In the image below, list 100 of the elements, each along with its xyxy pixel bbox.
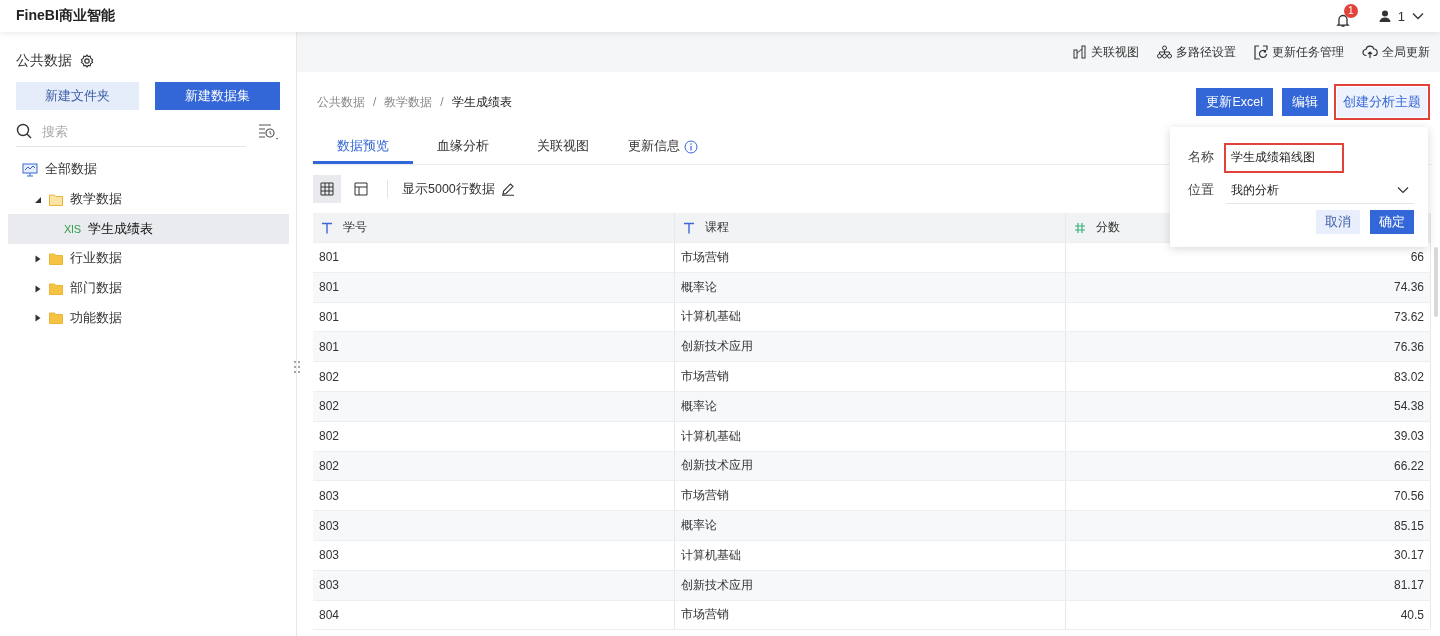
folder-icon [49,312,63,325]
sidebar-button[interactable]: 新建文件夹 [16,82,139,110]
breadcrumb-separator: / [440,95,444,109]
table-cell: 市场营销 [675,600,1066,630]
breadcrumb-item[interactable]: 公共数据 [317,93,365,111]
user-icon [1378,10,1391,22]
action-button[interactable]: 创建分析主题 [1337,87,1427,117]
folder-icon [49,252,63,265]
tab[interactable]: 关联视图 [513,132,613,164]
tree-item[interactable]: 行业数据 [8,244,288,274]
table-cell: 81.17 [1066,570,1431,600]
location-select[interactable]: 我的分析 [1226,177,1414,204]
chevron-down-icon [1412,12,1424,20]
column-header[interactable]: 学号 [313,213,675,242]
search-field[interactable]: 搜索 [40,122,246,140]
toolbar-button[interactable]: 多路径设置 [1157,43,1236,61]
table-cell: 66.22 [1066,451,1431,481]
hierarchy-icon [1157,45,1172,59]
monitor-icon [22,162,38,177]
table-cell: 计算机基础 [675,540,1066,570]
tree-item[interactable]: 教学数据 [8,184,288,215]
table-cell: 30.17 [1066,540,1431,570]
notification-badge: 1 [1343,4,1358,18]
table-cell: 市场营销 [675,481,1066,511]
table-cell: 70.56 [1066,481,1431,511]
cloud-upload-icon [1362,45,1378,59]
info-icon [684,139,698,154]
table-cell: 概率论 [675,511,1066,540]
table-cell: 802 [313,451,675,481]
table-cell: 54.38 [1066,392,1431,421]
table-cell: 市场营销 [675,243,1066,272]
app-title: FineBI商业智能 [16,7,115,25]
file-type-label: XlS [64,223,82,236]
breadcrumb-item: 学生成绩表 [451,93,512,111]
breadcrumb-separator: / [373,95,377,109]
table-cell: 803 [313,481,675,511]
table-cell: 39.03 [1066,421,1431,451]
table-cell: 803 [313,570,675,600]
task-refresh-icon [1254,44,1268,60]
toolbar-button[interactable]: 关联视图 [1073,43,1139,61]
table-cell: 76.36 [1066,332,1431,362]
table-cell: 计算机基础 [675,421,1066,451]
action-button[interactable]: 编辑 [1282,88,1328,116]
table-cell: 市场营销 [675,362,1066,391]
grid-icon [320,182,334,196]
text-type-icon [683,221,695,234]
table-cell: 801 [313,302,675,332]
layout-icon [354,182,368,196]
table-cell: 概率论 [675,272,1066,302]
resize-handle[interactable] [293,360,301,374]
table-cell: 801 [313,243,675,272]
table-cell: 计算机基础 [675,302,1066,332]
notification-button[interactable]: 1 [1335,4,1359,28]
table-cell: 概率论 [675,392,1066,421]
table-cell: 85.15 [1066,511,1431,540]
settings-icon[interactable] [80,54,94,68]
cancel-button[interactable]: 取消 [1316,210,1360,234]
caret-right-icon[interactable] [34,314,42,323]
caret-right-icon[interactable] [34,284,42,293]
tab[interactable]: 数据预览 [313,132,413,164]
edit-icon[interactable] [500,182,515,196]
name-input-field[interactable]: 学生成绩箱线图 [1226,144,1342,171]
tree-item[interactable]: XlS 学生成绩表 [8,214,289,245]
row-limit-label: 显示5000行数据 [402,180,495,198]
breadcrumb-item[interactable]: 教学数据 [384,93,433,111]
relation-icon [1073,45,1087,59]
table-cell: 801 [313,272,675,302]
tab[interactable]: 更新信息 [613,132,713,164]
chevron-down-icon [1397,186,1409,194]
table-cell: 创新技术应用 [675,451,1066,481]
column-header[interactable]: 课程 [675,213,1066,242]
table-cell: 73.62 [1066,302,1431,332]
table-view-button[interactable] [313,175,341,203]
caret-down-icon[interactable] [34,195,42,204]
bell-icon [1335,13,1350,28]
caret-right-icon[interactable] [34,254,42,263]
table-cell: 40.5 [1066,600,1431,630]
tab[interactable]: 血缘分析 [413,132,513,164]
tree-item[interactable]: 全部数据 [8,155,288,185]
table-cell: 创新技术应用 [675,332,1066,362]
table-cell: 803 [313,540,675,570]
filter-history-icon[interactable] [258,122,280,141]
table-cell: 802 [313,392,675,421]
number-type-icon [1074,221,1086,234]
action-button[interactable]: 更新Excel [1196,88,1273,116]
table-cell: 83.02 [1066,362,1431,391]
sidebar-button[interactable]: 新建数据集 [154,82,280,110]
folder-icon [49,282,63,295]
sidebar-title: 公共数据 [16,52,72,70]
user-menu[interactable]: 1 [1378,8,1424,24]
tree-item[interactable]: 部门数据 [8,273,288,304]
field-label: 名称 [1188,149,1214,166]
table-cell: 803 [313,511,675,540]
confirm-button[interactable]: 确定 [1370,210,1414,234]
table-cell: 802 [313,421,675,451]
toolbar-button[interactable]: 更新任务管理 [1254,43,1344,61]
tree-item[interactable]: 功能数据 [8,303,288,334]
table-cell: 804 [313,600,675,630]
table-cell: 创新技术应用 [675,570,1066,600]
toolbar-button[interactable]: 全局更新 [1362,43,1430,61]
